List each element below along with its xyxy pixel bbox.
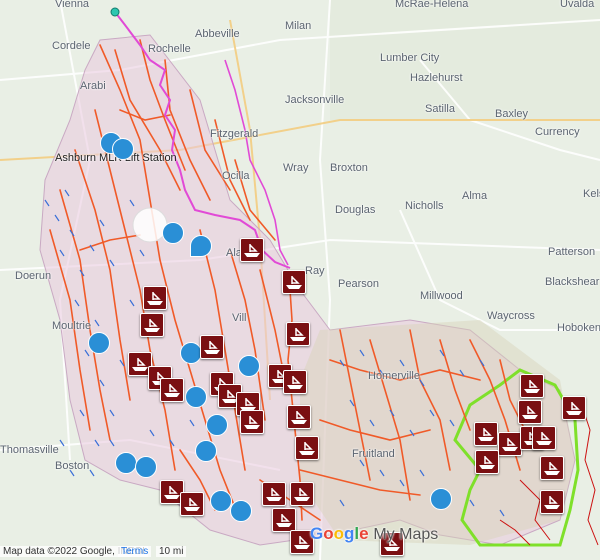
place-label: Ray (305, 265, 325, 277)
place-label: McRae-Helena (395, 0, 469, 10)
fishing-icon[interactable] (180, 342, 202, 364)
boat-ramp-icon[interactable] (272, 508, 296, 532)
place-label: Homerville (368, 370, 420, 382)
place-label: Waycross (487, 310, 535, 322)
boat-ramp-icon[interactable] (520, 374, 544, 398)
place-label: Hoboken (557, 322, 600, 334)
place-label: Hazlehurst (410, 72, 463, 84)
place-label: Abbeville (195, 28, 240, 40)
place-label: Fruitland (352, 448, 395, 460)
place-label: Thomasville (0, 444, 59, 456)
boat-ramp-icon[interactable] (283, 370, 307, 394)
boat-ramp-icon[interactable] (475, 450, 499, 474)
place-label: Pearson (338, 278, 379, 290)
boat-ramp-icon[interactable] (532, 426, 556, 450)
fishing-icon[interactable] (430, 488, 452, 510)
place-label: Arabi (80, 80, 106, 92)
place-label: Vienna (55, 0, 90, 10)
place-label: Jacksonville (285, 94, 345, 106)
boat-ramp-icon[interactable] (498, 432, 522, 456)
place-label: Douglas (335, 204, 376, 216)
boat-ramp-icon[interactable] (295, 436, 319, 460)
water-drop-icon[interactable] (115, 452, 137, 474)
boat-ramp-icon[interactable] (540, 456, 564, 480)
place-label: Patterson (548, 246, 596, 258)
google-my-maps-logo: Google My Maps (310, 524, 439, 543)
boat-ramp-icon[interactable] (518, 400, 542, 424)
boat-ramp-icon[interactable] (262, 482, 286, 506)
river-source-point (110, 7, 120, 17)
place-label: Boston (55, 460, 90, 472)
place-label: Cordele (52, 40, 91, 52)
map-canvas[interactable]: Vienna McRae-Helena Uvalda Abbeville Mil… (0, 0, 600, 560)
boat-ramp-icon[interactable] (562, 396, 586, 420)
boat-ramp-icon[interactable] (240, 238, 264, 262)
fishing-icon[interactable] (88, 332, 110, 354)
place-label: Alma (462, 190, 488, 202)
fishing-icon[interactable] (210, 490, 232, 512)
map-footer: Map data ©2022 Google, INEGI Terms 10 mi (0, 544, 600, 560)
fishing-icon[interactable] (135, 456, 157, 478)
water-drop-icon[interactable] (162, 222, 184, 244)
place-label: Uvalda (560, 0, 595, 10)
place-label: Satilla (425, 103, 455, 115)
boat-ramp-icon[interactable] (140, 313, 164, 337)
place-label: Rochelle (148, 43, 191, 55)
place-label: Moultrie (52, 320, 92, 332)
fishing-icon[interactable] (238, 355, 260, 377)
place-label: Vill (232, 312, 247, 324)
place-label: Baxley (495, 108, 529, 120)
boat-ramp-icon[interactable] (160, 378, 184, 402)
boat-ramp-icon[interactable] (200, 335, 224, 359)
boat-ramp-icon[interactable] (474, 422, 498, 446)
place-label: Kelsey (583, 188, 600, 200)
boat-ramp-icon[interactable] (180, 492, 204, 516)
boat-ramp-icon[interactable] (143, 286, 167, 310)
scale-label: 10 mi (156, 546, 187, 557)
boat-ramp-icon[interactable] (287, 405, 311, 429)
place-label: Wray (283, 162, 309, 174)
terms-link[interactable]: Terms (118, 546, 152, 557)
place-label: Nicholls (405, 200, 444, 212)
boat-ramp-icon[interactable] (540, 490, 564, 514)
boat-ramp-icon[interactable] (282, 270, 306, 294)
fishing-icon[interactable] (185, 386, 207, 408)
water-drop-icon[interactable] (190, 235, 212, 257)
place-label: Blackshear (545, 276, 600, 288)
lift-station-icon[interactable] (112, 138, 134, 160)
place-label: Lumber City (380, 52, 440, 64)
place-label: Millwood (420, 290, 463, 302)
place-label: Fitzgerald (210, 128, 259, 140)
boat-ramp-icon[interactable] (290, 482, 314, 506)
place-label: Broxton (330, 162, 368, 174)
fishing-icon[interactable] (230, 500, 252, 522)
boat-ramp-icon[interactable] (286, 322, 310, 346)
place-label: Currency (535, 126, 580, 138)
place-label: Doerun (15, 270, 52, 282)
boat-ramp-icon[interactable] (240, 410, 264, 434)
place-label: Ocilla (222, 170, 250, 182)
place-label: Milan (285, 20, 312, 32)
fishing-icon[interactable] (195, 440, 217, 462)
fishing-icon[interactable] (206, 414, 228, 436)
